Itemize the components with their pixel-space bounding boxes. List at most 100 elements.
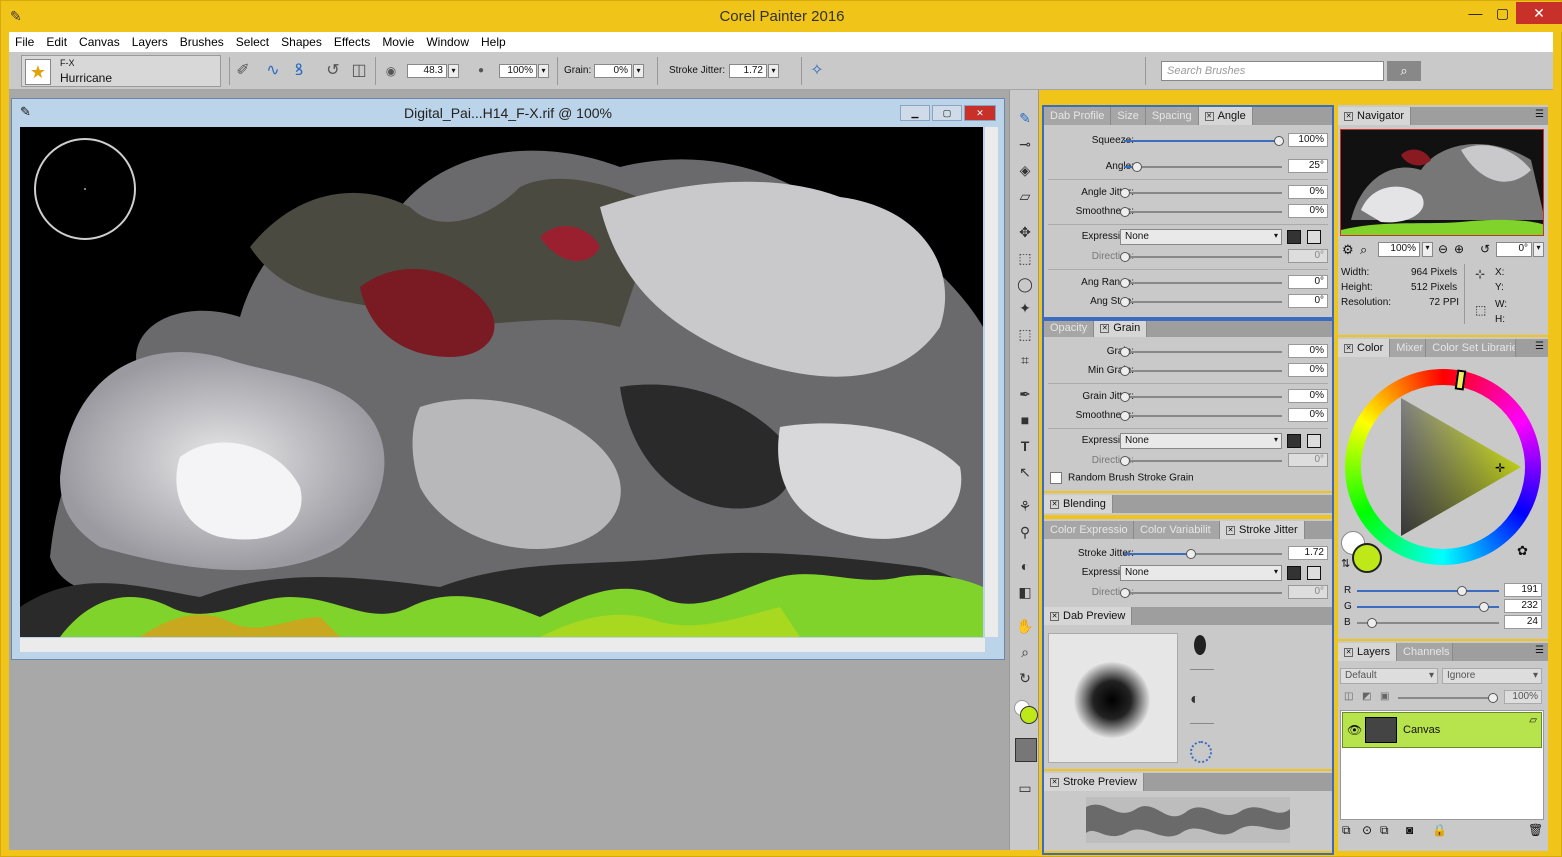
- grain-dropdown[interactable]: ▾: [633, 64, 644, 78]
- r-value[interactable]: 191: [1504, 583, 1542, 597]
- dodge-burn-icon[interactable]: ◐: [1015, 556, 1035, 576]
- rotation-dropdown[interactable]: ▾: [1533, 242, 1544, 257]
- crop-tool-icon[interactable]: ⌗: [1015, 350, 1035, 370]
- size-dropdown[interactable]: ▾: [448, 64, 459, 78]
- navigator-settings-icon[interactable]: ⚙: [1342, 242, 1354, 258]
- zoom-dropdown[interactable]: ▾: [1422, 242, 1433, 257]
- pen-tool-icon[interactable]: ✒: [1015, 384, 1035, 404]
- menu-shapes[interactable]: Shapes: [275, 35, 328, 49]
- navigator-thumbnail[interactable]: [1340, 129, 1544, 236]
- paint-bucket-fill-icon[interactable]: ◧: [1015, 582, 1035, 602]
- rotate-icon[interactable]: ↺: [1480, 242, 1490, 256]
- close-tab-icon[interactable]: ✕: [1344, 111, 1353, 121]
- menu-canvas[interactable]: Canvas: [73, 35, 126, 49]
- main-color-swatch[interactable]: [1020, 706, 1038, 724]
- menu-layers[interactable]: Layers: [126, 35, 174, 49]
- duplicate-layer-icon[interactable]: ⧉: [1380, 823, 1389, 838]
- dab-options-icon[interactable]: ◫: [349, 62, 369, 80]
- close-button[interactable]: ✕: [1516, 2, 1562, 24]
- tab-color[interactable]: ✕ Color: [1338, 339, 1391, 357]
- stroke-jitter-dropdown[interactable]: ▾: [768, 64, 779, 78]
- composite-depth-select[interactable]: Ignore ▾: [1442, 668, 1542, 684]
- rotate-page-icon[interactable]: ↻: [1015, 668, 1035, 688]
- brush-selector[interactable]: ★ F-X Hurricane: [21, 55, 221, 87]
- menu-effects[interactable]: Effects: [328, 35, 376, 49]
- layer-commands-icon[interactable]: ⧉: [1342, 823, 1351, 838]
- brush-tracking-icon[interactable]: ✧: [807, 62, 827, 80]
- main-color-swatch[interactable]: [1352, 543, 1382, 573]
- layer-mask-icon[interactable]: ◙: [1406, 823, 1413, 837]
- preserve-transparency-icon[interactable]: ▣: [1380, 691, 1389, 702]
- trash-icon[interactable]: 🗑: [1528, 823, 1543, 837]
- search-brushes-input[interactable]: Search Brushes: [1161, 61, 1384, 81]
- tab-layers[interactable]: ✕ Layers: [1338, 643, 1398, 661]
- layer-row-canvas[interactable]: 👁 Canvas ▱: [1342, 712, 1542, 748]
- reset-tool-icon[interactable]: ✐: [233, 62, 253, 80]
- color-options-icon[interactable]: ✿: [1517, 543, 1528, 559]
- lock-layer-icon[interactable]: 🔒: [1432, 823, 1447, 837]
- panel-menu-icon[interactable]: ☰: [1535, 109, 1544, 120]
- menu-brushes[interactable]: Brushes: [174, 35, 230, 49]
- painting-canvas[interactable]: [20, 127, 983, 637]
- stroke-attributes-icon[interactable]: ↺: [323, 62, 343, 80]
- magnifier-icon[interactable]: ⌕: [1015, 642, 1035, 662]
- close-tab-icon[interactable]: ✕: [1344, 343, 1353, 353]
- g-value[interactable]: 232: [1504, 599, 1542, 613]
- stroke-jitter-field[interactable]: 1.72: [729, 64, 767, 78]
- panel-menu-icon[interactable]: ☰: [1535, 341, 1544, 352]
- dropper-tool-icon[interactable]: ⊸: [1015, 134, 1035, 154]
- eraser-tool-icon[interactable]: ▱: [1015, 186, 1035, 206]
- grain-field[interactable]: 0%: [594, 64, 632, 78]
- dynamic-plugins-icon[interactable]: ⊙: [1362, 823, 1372, 837]
- layer-adjuster-icon[interactable]: ✥: [1015, 222, 1035, 242]
- search-icon[interactable]: ⌕: [1387, 61, 1421, 81]
- lock-transparency-icon[interactable]: ◫: [1344, 691, 1353, 702]
- paint-bucket-icon[interactable]: ◈: [1015, 160, 1035, 180]
- doc-maximize-button[interactable]: ▢: [932, 105, 962, 121]
- rotation-field[interactable]: 0°: [1496, 242, 1532, 257]
- tab-channels[interactable]: Channels: [1397, 643, 1454, 661]
- swap-colors-icon[interactable]: ⇅: [1341, 557, 1350, 570]
- doc-minimize-button[interactable]: ▁: [900, 105, 930, 121]
- menu-movie[interactable]: Movie: [376, 35, 420, 49]
- panel-menu-icon[interactable]: ☰: [1535, 645, 1544, 656]
- b-slider[interactable]: [1357, 618, 1499, 628]
- rectangle-shape-icon[interactable]: ■: [1015, 410, 1035, 430]
- layer-opacity-value[interactable]: 100%: [1504, 690, 1542, 704]
- minimize-button[interactable]: —: [1462, 2, 1489, 24]
- eye-icon[interactable]: 👁: [1347, 723, 1362, 737]
- g-slider[interactable]: [1357, 602, 1499, 612]
- size-field[interactable]: 48.3: [407, 64, 447, 78]
- maximize-button[interactable]: ▢: [1489, 2, 1516, 24]
- pick-up-underlying-icon[interactable]: ◩: [1362, 691, 1371, 702]
- zoom-in-icon[interactable]: ⊕: [1454, 242, 1464, 256]
- selection-adjuster-icon[interactable]: ⬚: [1015, 324, 1035, 344]
- freehand-stroke-icon[interactable]: ∿: [263, 62, 283, 80]
- opacity-dropdown[interactable]: ▾: [538, 64, 549, 78]
- vertical-scrollbar[interactable]: [985, 127, 998, 637]
- doc-close-button[interactable]: ✕: [964, 105, 996, 121]
- menu-window[interactable]: Window: [420, 35, 475, 49]
- zoom-field[interactable]: 100%: [1378, 242, 1420, 257]
- zoom-out-icon[interactable]: ⊖: [1438, 242, 1448, 256]
- composite-method-select[interactable]: Default ▾: [1340, 668, 1438, 684]
- opacity-field[interactable]: 100%: [499, 64, 537, 78]
- text-tool-icon[interactable]: T: [1015, 436, 1035, 456]
- zoom-icon[interactable]: ⌕: [1360, 242, 1367, 258]
- saturation-value-triangle[interactable]: ✛: [1399, 396, 1523, 538]
- rubber-stamp-icon[interactable]: ⚲: [1015, 522, 1035, 542]
- layer-opacity-slider[interactable]: [1398, 693, 1498, 703]
- shape-selection-icon[interactable]: ↖: [1015, 462, 1035, 482]
- b-value[interactable]: 24: [1504, 615, 1542, 629]
- straight-line-icon[interactable]: ꝸ: [289, 62, 309, 80]
- brush-tool-icon[interactable]: ✎: [1015, 108, 1035, 128]
- menu-file[interactable]: File: [9, 35, 40, 49]
- horizontal-scrollbar[interactable]: [20, 638, 985, 652]
- paper-selector-icon[interactable]: [1015, 738, 1037, 762]
- rectangular-selection-icon[interactable]: ⬚: [1015, 248, 1035, 268]
- tab-color-set-libraries[interactable]: Color Set Librarie: [1426, 339, 1517, 357]
- magic-wand-icon[interactable]: ✦: [1015, 298, 1035, 318]
- cloner-tool-icon[interactable]: ⚘: [1015, 496, 1035, 516]
- menu-edit[interactable]: Edit: [40, 35, 73, 49]
- menu-help[interactable]: Help: [475, 35, 512, 49]
